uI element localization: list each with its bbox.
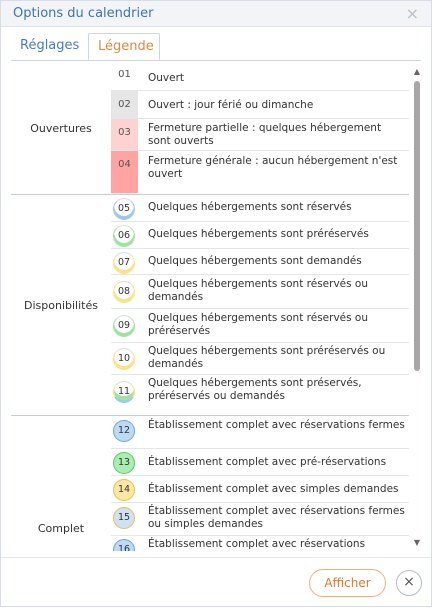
legend-row: 02 Ouvert : jour férié ou dimanche [111, 91, 409, 119]
legend-row: 15 Établissement complet avec réservatio… [111, 503, 409, 536]
legend-row: 14 Établissement complet avec simples de… [111, 476, 409, 503]
afficher-button[interactable]: Afficher [309, 569, 386, 597]
legend-text: Quelques hébergements sont préservés, pr… [148, 377, 362, 402]
status-circle: 07 [113, 252, 135, 274]
legend-row: 12 Établissement complet avec réservatio… [111, 416, 409, 449]
tab-bar: Réglages Légende [11, 33, 421, 61]
status-swatch: 01 [111, 61, 138, 90]
legend-text: Établissement complet avec réservations … [148, 419, 405, 431]
legend-text: Quelques hébergements sont préréservés [148, 228, 369, 240]
legend-text: Quelques hébergements sont préréservés o… [148, 345, 386, 370]
legend-row: 05 Quelques hébergements sont réservés [111, 195, 409, 222]
legend-text: Établissement complet avec pré-réservati… [148, 456, 387, 468]
status-circle: 05 [113, 198, 135, 220]
tab-reglages[interactable]: Réglages [11, 33, 87, 59]
legend-row: 07 Quelques hébergements sont demandés [111, 249, 409, 275]
dialog-titlebar: Options du calendrier × [1, 1, 431, 27]
legend-row: 01 Ouvert [111, 61, 409, 91]
legend-row: 13 Établissement complet avec pré-réserv… [111, 449, 409, 476]
legend-row: 04 Fermeture générale : aucun hébergemen… [111, 151, 409, 193]
status-swatch: 04 [111, 151, 138, 193]
close-icon[interactable]: × [406, 4, 419, 23]
legend-text: Quelques hébergements sont réservés [148, 201, 352, 213]
legend-row: 03 Fermeture partielle : quelques héberg… [111, 119, 409, 151]
legend-row: 06 Quelques hébergements sont préréservé… [111, 222, 409, 249]
legend-text: Quelques hébergements sont réservés ou d… [148, 278, 369, 303]
group-label-ouvertures: Ouvertures [30, 122, 92, 135]
legend-list: Ouvertures 01 Ouvert 02 Ouvert : jour fé… [11, 61, 411, 551]
status-circle: 10 [113, 348, 135, 370]
status-circle: 06 [113, 225, 135, 247]
calendar-options-dialog: Options du calendrier × Réglages Légende… [0, 0, 432, 607]
status-swatch: 03 [111, 119, 138, 150]
scroll-up-arrow-icon[interactable]: ▲ [412, 67, 422, 76]
scroll-down-arrow-icon[interactable]: ▼ [412, 538, 422, 547]
legend-text: Quelques hébergements sont réservés ou p… [148, 312, 369, 337]
dialog-title: Options du calendrier [13, 6, 154, 21]
status-circle: 13 [113, 452, 135, 474]
status-circle: 15 [113, 507, 135, 529]
status-circle: 14 [113, 479, 135, 501]
group-label-complet: Complet [37, 522, 85, 535]
scrollbar[interactable]: ▲ ▼ [412, 67, 422, 547]
legend-text: Ouvert [148, 72, 185, 84]
legend-row: 08 Quelques hébergements sont réservés o… [111, 275, 409, 309]
status-circle: 12 [113, 420, 135, 442]
close-button[interactable]: × [396, 570, 422, 596]
legend-text: Établissement complet avec réservations [148, 538, 366, 550]
tab-legende[interactable]: Légende [88, 33, 160, 60]
status-circle: 08 [113, 281, 135, 303]
legend-row: 09 Quelques hébergements sont réservés o… [111, 309, 409, 343]
legend-text: Ouvert : jour férié ou dimanche [148, 99, 314, 111]
dialog-footer: Afficher × [1, 557, 431, 608]
legend-text: Établissement complet avec réservations … [148, 505, 405, 530]
status-circle: 16 [113, 539, 135, 551]
status-circle: 11 [113, 381, 135, 403]
legend-row: 10 Quelques hébergements sont préréservé… [111, 343, 409, 375]
legend-row: 11 Quelques hébergements sont préservés,… [111, 375, 409, 415]
legend-text: Fermeture générale : aucun hébergement n… [148, 155, 398, 180]
scrollbar-thumb[interactable] [414, 81, 420, 371]
legend-text: Fermeture partielle : quelques hébergeme… [148, 122, 382, 147]
legend-text: Établissement complet avec simples deman… [148, 483, 399, 495]
group-label-disponibilites: Disponibilités [24, 299, 98, 312]
legend-text: Quelques hébergements sont demandés [148, 255, 362, 267]
status-swatch: 02 [111, 91, 138, 118]
legend-row: 16 Établissement complet avec réservatio… [111, 536, 409, 551]
status-circle: 09 [113, 315, 135, 337]
